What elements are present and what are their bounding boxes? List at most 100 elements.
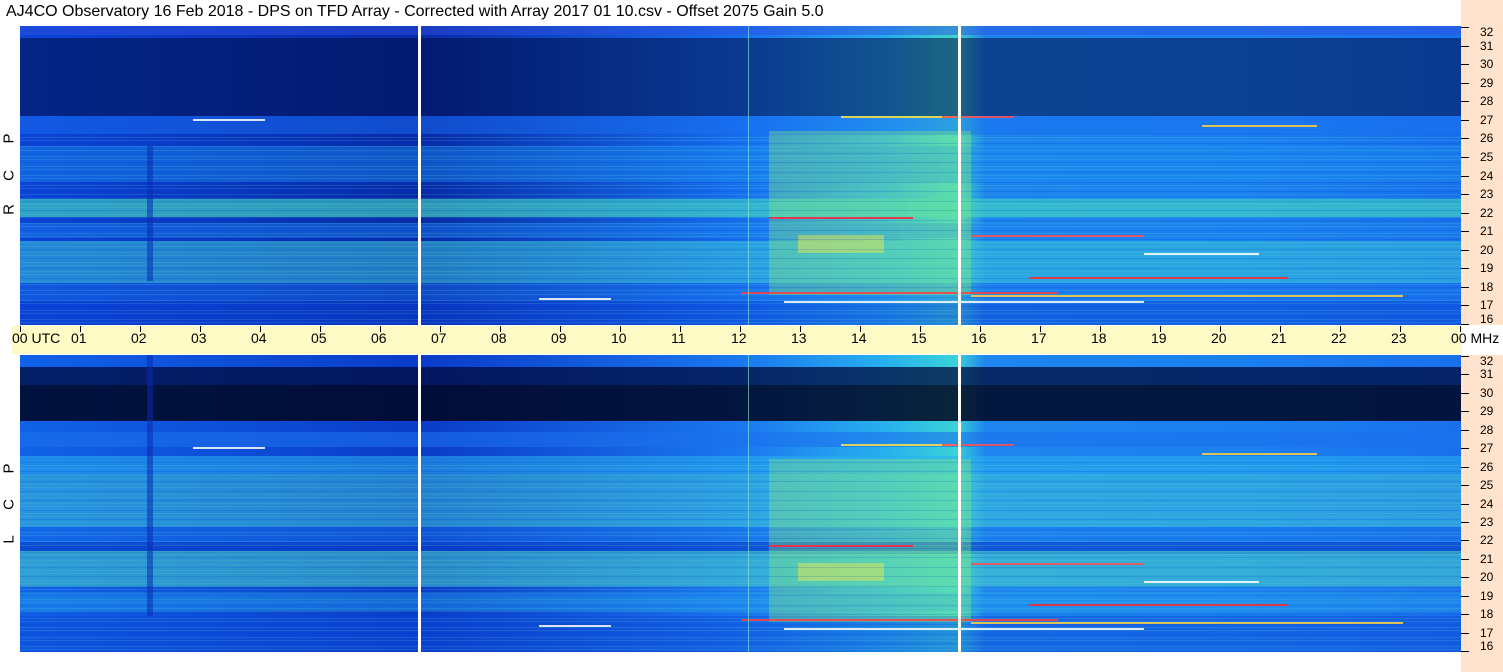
lcp-letter-l: L bbox=[0, 535, 18, 544]
freq-axis-strip-bottom bbox=[1461, 652, 1503, 672]
freq-tick bbox=[1461, 213, 1469, 214]
bottom-margin bbox=[0, 652, 1461, 672]
freq-label: 17 bbox=[1480, 298, 1494, 312]
freq-tick bbox=[1461, 522, 1469, 523]
freq-label: 22 bbox=[1480, 206, 1494, 220]
freq-tick bbox=[1461, 430, 1469, 431]
freq-tick bbox=[1461, 540, 1469, 541]
freq-tick bbox=[1461, 250, 1469, 251]
freq-label: 20 bbox=[1480, 243, 1494, 257]
time-label: 20 bbox=[1211, 330, 1227, 346]
time-label: 01 bbox=[71, 330, 87, 346]
freq-label: 30 bbox=[1480, 386, 1494, 400]
freq-tick bbox=[1461, 64, 1469, 65]
freq-label: 32 bbox=[1480, 25, 1494, 39]
time-label: 14 bbox=[851, 330, 867, 346]
freq-tick bbox=[1461, 374, 1469, 375]
time-label: 22 bbox=[1331, 330, 1347, 346]
time-label: 23 bbox=[1391, 330, 1407, 346]
time-label: 21 bbox=[1271, 330, 1287, 346]
time-label: 06 bbox=[371, 330, 387, 346]
freq-label: 25 bbox=[1480, 478, 1494, 492]
time-label: 16 bbox=[971, 330, 987, 346]
rcp-letter-p: P bbox=[0, 133, 18, 144]
freq-label: 28 bbox=[1480, 423, 1494, 437]
freq-tick bbox=[1461, 356, 1469, 357]
freq-tick bbox=[1461, 559, 1469, 560]
freq-label: 18 bbox=[1480, 280, 1494, 294]
time-label: 12 bbox=[731, 330, 747, 346]
freq-tick bbox=[1461, 596, 1469, 597]
time-label: 05 bbox=[311, 330, 327, 346]
freq-label: 20 bbox=[1480, 570, 1494, 584]
freq-tick bbox=[1461, 577, 1469, 578]
freq-tick bbox=[1461, 485, 1469, 486]
freq-label: 27 bbox=[1480, 113, 1494, 127]
time-label: 03 bbox=[191, 330, 207, 346]
freq-tick bbox=[1461, 393, 1469, 394]
time-label: 18 bbox=[1091, 330, 1107, 346]
freq-label: 31 bbox=[1480, 367, 1494, 381]
time-label: 00 MHz bbox=[1451, 330, 1500, 346]
freq-label: 26 bbox=[1480, 131, 1494, 145]
freq-tick bbox=[1461, 268, 1469, 269]
freq-label: 26 bbox=[1480, 460, 1494, 474]
time-label: 07 bbox=[431, 330, 447, 346]
freq-tick bbox=[1461, 614, 1469, 615]
lcp-spectrogram bbox=[20, 355, 1461, 652]
freq-tick bbox=[1461, 46, 1469, 47]
freq-tick bbox=[1461, 120, 1469, 121]
time-label: 09 bbox=[551, 330, 567, 346]
spectrogram-svg bbox=[20, 26, 1461, 325]
freq-label: 30 bbox=[1480, 57, 1494, 71]
freq-label: 16 bbox=[1480, 312, 1494, 326]
freq-label: 22 bbox=[1480, 533, 1494, 547]
freq-tick bbox=[1461, 231, 1469, 232]
lcp-letter-p: P bbox=[0, 463, 18, 474]
freq-tick bbox=[1461, 157, 1469, 158]
freq-label: 29 bbox=[1480, 76, 1494, 90]
freq-tick bbox=[1461, 504, 1469, 505]
time-label: 19 bbox=[1151, 330, 1167, 346]
time-label: 15 bbox=[911, 330, 927, 346]
freq-label: 27 bbox=[1480, 441, 1494, 455]
freq-label: 21 bbox=[1480, 224, 1494, 238]
time-axis: 00 UTC 01 02 03 04 05 06 07 08 09 10 11 12 13 14 15 16 17… bbox=[12, 326, 1499, 354]
rcp-spectrogram bbox=[20, 26, 1461, 325]
freq-label: 19 bbox=[1480, 261, 1494, 275]
time-label: 10 bbox=[611, 330, 627, 346]
time-label: 00 UTC bbox=[12, 330, 61, 346]
freq-tick bbox=[1461, 633, 1469, 634]
freq-label: 25 bbox=[1480, 150, 1494, 164]
freq-tick bbox=[1461, 194, 1469, 195]
time-label: 02 bbox=[131, 330, 147, 346]
freq-label: 18 bbox=[1480, 607, 1494, 621]
freq-label: 16 bbox=[1480, 639, 1494, 653]
freq-tick bbox=[1461, 27, 1469, 28]
lcp-letter-c: C bbox=[0, 499, 18, 510]
spectrogram-svg bbox=[20, 355, 1461, 652]
freq-label: 19 bbox=[1480, 589, 1494, 603]
freq-tick bbox=[1461, 324, 1469, 325]
freq-tick bbox=[1461, 467, 1469, 468]
freq-tick bbox=[1461, 101, 1469, 102]
rcp-letter-r: R bbox=[0, 204, 18, 215]
freq-tick bbox=[1461, 287, 1469, 288]
freq-tick bbox=[1461, 305, 1469, 306]
freq-label: 23 bbox=[1480, 187, 1494, 201]
time-label: 17 bbox=[1031, 330, 1047, 346]
time-label: 13 bbox=[791, 330, 807, 346]
freq-label: 31 bbox=[1480, 39, 1494, 53]
freq-tick bbox=[1461, 83, 1469, 84]
freq-axis-strip-top bbox=[1461, 0, 1503, 26]
freq-label: 21 bbox=[1480, 552, 1494, 566]
freq-tick bbox=[1461, 138, 1469, 139]
freq-axis-rcp: 32 31 30 29 28 27 26 25 24 23 22 21 20 19 18 17 16 bbox=[1461, 26, 1503, 325]
freq-label: 29 bbox=[1480, 404, 1494, 418]
time-label: 08 bbox=[491, 330, 507, 346]
rcp-letter-c: C bbox=[0, 170, 18, 181]
freq-tick bbox=[1461, 411, 1469, 412]
freq-tick bbox=[1461, 176, 1469, 177]
time-label: 04 bbox=[251, 330, 267, 346]
freq-label: 17 bbox=[1480, 626, 1494, 640]
